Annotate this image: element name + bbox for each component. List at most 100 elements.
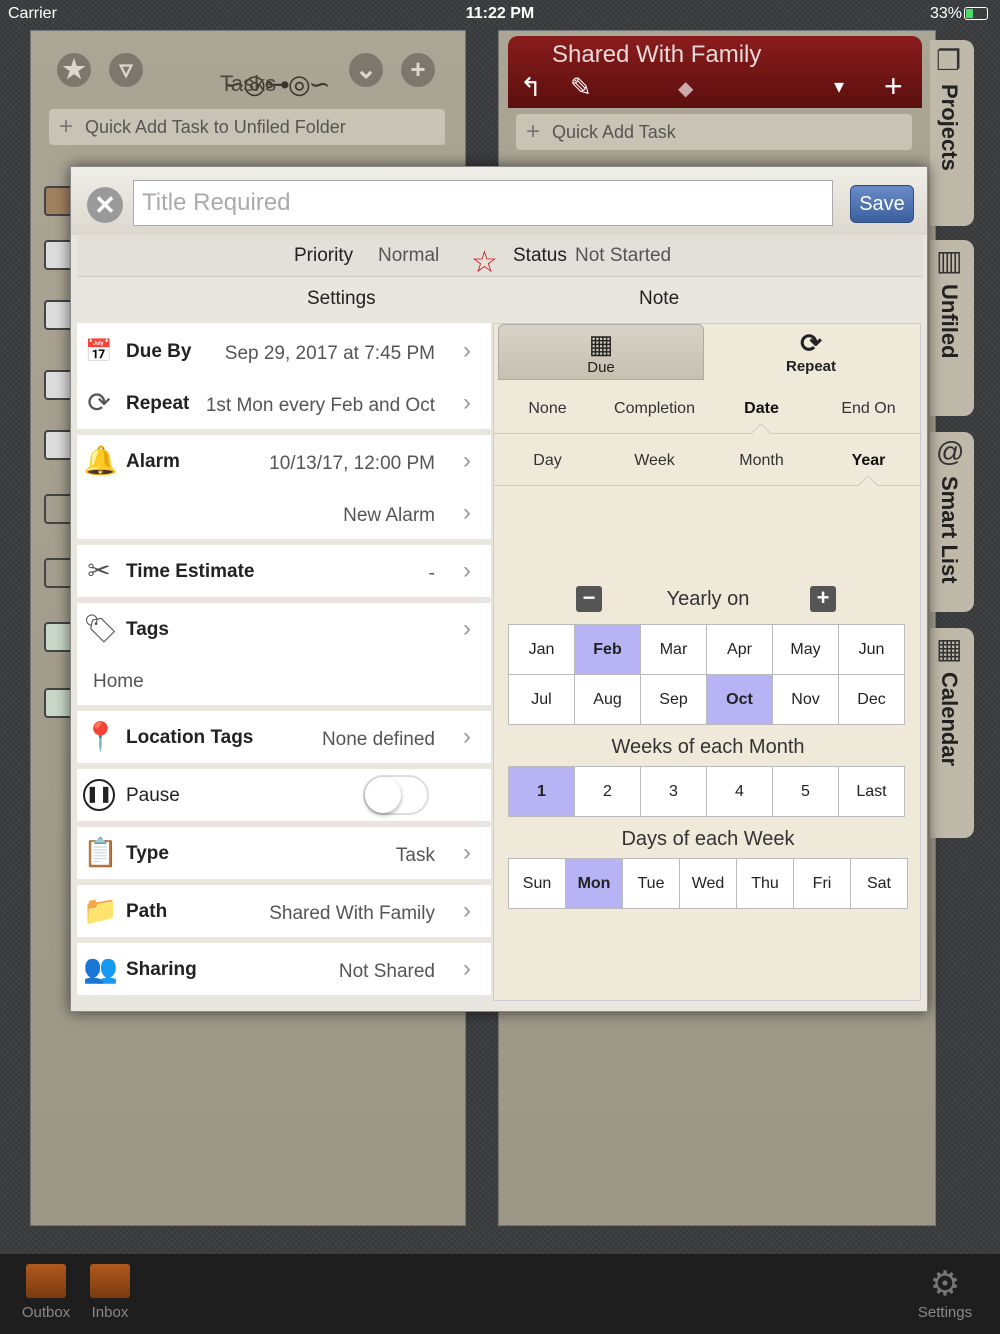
tab-calendar[interactable]: ▦ Calendar [930,628,974,838]
tag-icon[interactable]: ◆ [678,76,693,101]
tab-unfiled-label: Unfiled [937,284,962,359]
week-cell-3[interactable]: 3 [641,767,707,817]
day-cell-mon[interactable]: Mon [566,859,623,909]
tags-row[interactable]: 🏷 Tags › Home [77,603,491,705]
week-cell-2[interactable]: 2 [575,767,641,817]
day-cell-tue[interactable]: Tue [623,859,680,909]
plus-icon[interactable]: + [810,586,836,612]
unit-option-year[interactable]: Year [815,452,922,470]
repeat-value: 1st Mon every Feb and Oct [205,395,435,416]
tab-calendar-label: Calendar [937,672,962,767]
week-cell-last[interactable]: Last [839,767,905,817]
pause-toggle[interactable] [363,775,429,815]
plus-icon: + [526,118,541,145]
outbox-button[interactable]: Outbox [16,1264,76,1321]
priority-value[interactable]: Normal [378,245,439,267]
month-cell-nov[interactable]: Nov [773,675,839,725]
week-cell-5[interactable]: 5 [773,767,839,817]
sharing-row[interactable]: 👥 Sharing Not Shared › [77,943,491,995]
day-cell-sat[interactable]: Sat [851,859,908,909]
add-icon[interactable]: + [884,68,903,105]
tab-repeat[interactable]: ⟳ Repeat [708,324,914,380]
time-estimate-label: Time Estimate [126,561,255,582]
tags-value: Home [93,671,144,692]
back-icon[interactable]: ↰ [520,72,542,103]
unit-option-month[interactable]: Month [708,452,815,470]
quick-add-task[interactable]: + Quick Add Task [516,114,912,150]
tab-note[interactable]: Note [639,288,679,310]
mode-option-none[interactable]: None [494,400,601,418]
mode-option-completion[interactable]: Completion [601,400,708,418]
chevron-right-icon: › [463,897,471,924]
month-cell-apr[interactable]: Apr [707,625,773,675]
tab-smart-list[interactable]: @ Smart List [930,432,974,612]
tab-unfiled[interactable]: ▥ Unfiled [930,240,974,416]
tags-label: Tags [126,619,169,640]
quick-add-label: Quick Add Task [552,122,676,142]
time-estimate-row[interactable]: ✂ Time Estimate - › [77,545,491,597]
due-repeat-group: 📅 Due By Sep 29, 2017 at 7:45 PM › ⟳ Rep… [77,323,491,429]
month-cell-oct[interactable]: Oct [707,675,773,725]
document-icon: 📋 [83,837,118,868]
location-tags-value: None defined [321,729,435,750]
month-cell-jan[interactable]: Jan [509,625,575,675]
day-cell-fri[interactable]: Fri [794,859,851,909]
new-alarm-row[interactable]: New Alarm › [77,487,491,539]
add-icon[interactable]: + [401,53,435,87]
month-cell-may[interactable]: May [773,625,839,675]
plus-icon: + [59,113,74,140]
repeat-icon: ⟳ [87,387,111,418]
day-cell-thu[interactable]: Thu [737,859,794,909]
day-cell-sun[interactable]: Sun [509,859,566,909]
repeat-unit-options: Day Week Month Year [494,436,922,495]
repeat-row[interactable]: ⟳ Repeat 1st Mon every Feb and Oct › [77,377,491,429]
star-icon[interactable]: ☆ [471,245,498,280]
unit-option-week[interactable]: Week [601,452,708,470]
alarm-row[interactable]: 🔔 Alarm 10/13/17, 12:00 PM › [77,435,491,487]
month-cell-dec[interactable]: Dec [839,675,905,725]
mode-option-date[interactable]: Date [708,400,815,418]
selection-pointer [858,475,878,495]
month-cell-mar[interactable]: Mar [641,625,707,675]
tab-settings[interactable]: Settings [307,288,376,310]
status-value[interactable]: Not Started [575,245,671,267]
month-cell-aug[interactable]: Aug [575,675,641,725]
due-row[interactable]: 📅 Due By Sep 29, 2017 at 7:45 PM › [77,323,491,377]
repeat-panel: ▦ Due ⟳ Repeat None Completion Date End On … [493,323,922,1001]
week-cell-1[interactable]: 1 [509,767,575,817]
month-cell-jun[interactable]: Jun [839,625,905,675]
dropdown-icon[interactable]: ⌄ [349,53,383,87]
month-cell-feb[interactable]: Feb [575,625,641,675]
unit-option-day[interactable]: Day [494,452,601,470]
battery-percent: 33% [929,5,962,22]
save-button[interactable]: Save [850,185,914,223]
sharing-label: Sharing [126,959,197,980]
chevron-right-icon: › [463,723,471,750]
tab-due[interactable]: ▦ Due [498,324,704,380]
settings-list: 📅 Due By Sep 29, 2017 at 7:45 PM › ⟳ Rep… [77,323,491,1001]
bottom-bar: Outbox Inbox ⚙ Settings [0,1254,1000,1334]
week-cell-4[interactable]: 4 [707,767,773,817]
close-icon[interactable]: ✕ [87,187,123,223]
settings-button[interactable]: ⚙ Settings [910,1264,980,1321]
chevron-right-icon: › [463,389,471,416]
month-cell-jul[interactable]: Jul [509,675,575,725]
tab-projects[interactable]: ❐ Projects [930,40,974,226]
chevron-right-icon: › [463,447,471,474]
title-input[interactable] [133,180,833,226]
edit-icon[interactable]: ✎ [570,72,592,103]
quick-add-unfiled[interactable]: + Quick Add Task to Unfiled Folder [49,109,445,145]
status-bar: Carrier 11:22 PM 33% [0,0,1000,28]
path-row[interactable]: 📁 Path Shared With Family › [77,885,491,937]
months-grid: Jan Feb Mar Apr May Jun Jul Aug Sep Oct Nov Dec [508,624,905,725]
weeks-label: Weeks of each Month [611,736,805,758]
month-cell-sep[interactable]: Sep [641,675,707,725]
type-row[interactable]: 📋 Type Task › [77,827,491,879]
location-tags-row[interactable]: 📍 Location Tags None defined › [77,711,491,763]
chevron-right-icon: › [463,557,471,584]
alarm-value: 10/13/17, 12:00 PM [269,453,435,474]
day-cell-wed[interactable]: Wed [680,859,737,909]
dropdown-icon[interactable]: ▾ [834,74,844,99]
inbox-button[interactable]: Inbox [80,1264,140,1321]
mode-option-end-on[interactable]: End On [815,400,922,418]
